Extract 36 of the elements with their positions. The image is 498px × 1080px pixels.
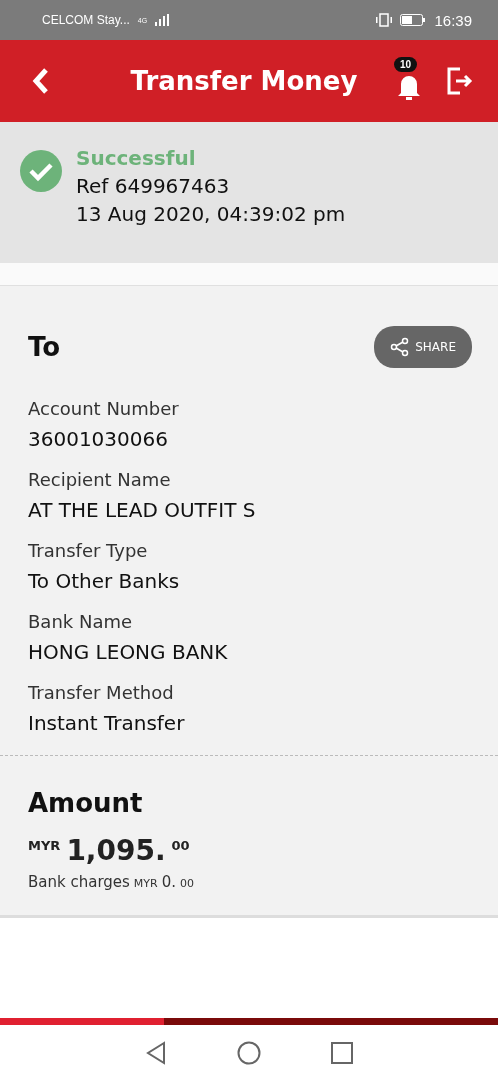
signal-icon — [155, 14, 170, 26]
recents-nav-icon[interactable] — [331, 1041, 353, 1064]
currency-code: MYR — [28, 838, 61, 853]
clock-time: 16:39 — [434, 11, 472, 29]
field-label: Bank Name — [28, 611, 134, 632]
section-heading: Amount — [28, 788, 144, 818]
share-icon — [390, 337, 411, 357]
transaction-datetime: 13 Aug 2020, 04:39:02 pm — [76, 202, 346, 226]
field-value: 36001030066 — [28, 427, 169, 451]
field-value: AT THE LEAD OUTFIT S — [28, 498, 257, 522]
field-value: HONG LEONG BANK — [28, 640, 229, 664]
amount-value: 1,095. — [66, 834, 166, 867]
field-value: To Other Banks — [28, 569, 181, 593]
charges-label: Bank charges — [28, 873, 130, 891]
share-button[interactable]: SHARE — [374, 326, 472, 368]
field-label: Transfer Method — [28, 682, 175, 703]
notifications-button[interactable]: 10 — [392, 57, 426, 105]
currency-code: MYR — [133, 877, 158, 890]
back-nav-icon[interactable] — [145, 1040, 167, 1065]
success-check-icon — [20, 150, 62, 192]
vibrate-icon — [376, 13, 393, 27]
reference-number: Ref 649967463 — [76, 174, 231, 198]
field-value: Instant Transfer — [28, 711, 186, 735]
status-text: Successful — [76, 146, 197, 170]
battery-icon — [400, 14, 427, 26]
field-label: Account Number — [28, 398, 180, 419]
section-heading: To — [28, 332, 61, 362]
charges-value: 0. — [161, 873, 177, 891]
amount-cents: 00 — [171, 838, 190, 853]
home-nav-icon[interactable] — [237, 1040, 261, 1065]
field-label: Transfer Type — [28, 540, 149, 561]
field-label: Recipient Name — [28, 469, 172, 490]
notification-badge: 10 — [394, 57, 418, 72]
charges-cents: 00 — [180, 877, 195, 890]
carrier-name: CELCOM Stay... — [42, 13, 130, 27]
screen-title: Transfer Money — [129, 66, 359, 96]
